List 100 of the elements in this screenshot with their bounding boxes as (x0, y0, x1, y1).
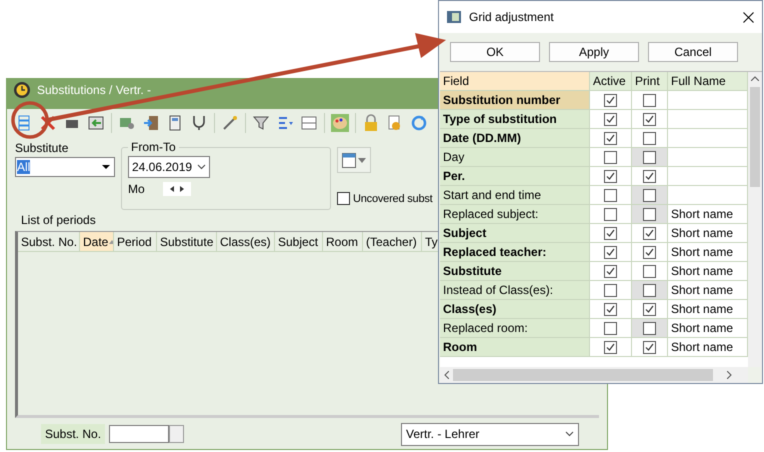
right-arrow-icon[interactable] (180, 186, 184, 192)
window-title: Substitutions / Vertr. - (37, 83, 152, 97)
chevron-icon (565, 431, 574, 437)
full-name-text: Short name (671, 321, 734, 335)
print-checkbox[interactable] (643, 132, 656, 144)
field-cell[interactable]: Per. (440, 167, 590, 185)
field-cell[interactable]: Replaced teacher: (440, 243, 590, 261)
full-name-text: Short name (671, 226, 734, 240)
calendar-button[interactable] (337, 147, 371, 173)
date-field[interactable]: 24.06.2019 (128, 156, 210, 178)
calendar-icon (342, 152, 356, 168)
print-checkbox[interactable] (643, 340, 656, 354)
day-stepper[interactable] (162, 182, 191, 196)
print-checkbox[interactable] (643, 226, 656, 240)
close-icon[interactable] (743, 12, 754, 22)
active-checkbox[interactable] (604, 302, 617, 316)
full-name-text: Short name (671, 283, 734, 297)
active-checkbox[interactable] (604, 170, 617, 182)
column-header[interactable]: (Teacher) (363, 232, 422, 251)
vertical-scrollbar[interactable] (748, 72, 762, 367)
field-cell[interactable]: Subject (440, 224, 590, 242)
field-cell[interactable]: Instead of Class(es): (440, 281, 590, 299)
import-icon[interactable] (87, 114, 105, 132)
print-checkbox[interactable] (643, 94, 656, 106)
window-icon (447, 11, 461, 23)
substitute-dropdown[interactable]: All (15, 157, 115, 177)
highlight-circle (11, 101, 49, 139)
active-checkbox[interactable] (604, 226, 617, 240)
full-name-text: Short name (671, 340, 734, 354)
field-cell[interactable]: Replaced subject: (440, 205, 590, 223)
full-name-text: Short name (671, 207, 734, 221)
scroll-thumb[interactable] (453, 369, 713, 381)
dialog-button[interactable]: Apply (549, 42, 639, 62)
column-header[interactable]: Class(es) (217, 232, 275, 251)
scroll-left-icon[interactable] (444, 371, 449, 379)
print-checkbox[interactable] (643, 246, 656, 258)
active-checkbox[interactable] (604, 340, 617, 354)
dialog-title: Grid adjustment (469, 10, 555, 24)
scroll-right-icon[interactable] (727, 371, 732, 379)
door-icon[interactable] (142, 114, 160, 132)
column-header[interactable]: Substitute (157, 232, 217, 251)
column-header: Print (632, 72, 668, 90)
caret-icon (358, 158, 366, 162)
chevron-icon (197, 164, 206, 170)
active-checkbox[interactable] (604, 246, 617, 258)
print-checkbox[interactable] (643, 264, 656, 278)
table-icon[interactable] (300, 114, 318, 132)
field-cell[interactable]: Substitution number (440, 91, 590, 109)
column-header: Field (440, 72, 590, 90)
dialog-button[interactable]: Cancel (648, 42, 738, 62)
field-cell[interactable]: Type of substitution (440, 110, 590, 128)
active-checkbox[interactable] (604, 284, 617, 296)
field-cell[interactable]: Room (440, 338, 590, 356)
sort-icon[interactable] (276, 114, 294, 132)
subst-no-label: Subst. No. (41, 424, 106, 444)
dialog-button[interactable]: OK (450, 42, 540, 62)
left-arrow-icon[interactable] (170, 186, 174, 192)
horizontal-scrollbar[interactable] (440, 367, 748, 383)
weekday-label: Mo (128, 182, 145, 196)
clock-icon (13, 81, 31, 99)
column-header[interactable]: Period (114, 232, 157, 251)
palette-icon[interactable] (331, 114, 349, 132)
column-header[interactable]: Room (323, 232, 363, 251)
full-name-text: Short name (671, 302, 734, 316)
column-header[interactable]: Subject (275, 232, 323, 251)
refresh-icon[interactable] (410, 114, 428, 132)
active-checkbox[interactable] (604, 94, 617, 106)
filter-icon[interactable] (252, 114, 270, 132)
subst-no-field[interactable] (109, 425, 170, 443)
print-checkbox[interactable] (643, 112, 656, 126)
delete-icon[interactable] (39, 114, 57, 132)
active-checkbox[interactable] (604, 264, 617, 278)
field-cell[interactable]: Substitute (440, 262, 590, 280)
view-dropdown[interactable]: Vertr. - Lehrer (401, 422, 579, 446)
list-title: List of periods (21, 213, 96, 227)
full-name-text: Short name (671, 245, 734, 259)
scroll-thumb[interactable] (750, 87, 760, 187)
column-header[interactable]: Date (80, 232, 114, 251)
field-cell[interactable]: Start and end time (440, 186, 590, 204)
active-checkbox[interactable] (604, 322, 617, 334)
field-cell[interactable]: Day (440, 148, 590, 166)
scroll-up-icon[interactable] (751, 76, 759, 81)
active-checkbox[interactable] (604, 150, 617, 164)
group-label: From-To (128, 140, 179, 154)
active-checkbox[interactable] (604, 208, 617, 220)
active-checkbox[interactable] (604, 132, 617, 144)
full-name-text: Short name (671, 264, 734, 278)
uncovered-checkbox[interactable] (337, 192, 350, 205)
column-header: Active (590, 72, 632, 90)
field-cell[interactable]: Class(es) (440, 300, 590, 318)
column-header: Full Name (668, 72, 748, 90)
wand-icon[interactable] (221, 114, 239, 132)
field-cell[interactable]: Replaced room: (440, 319, 590, 337)
active-checkbox[interactable] (604, 188, 617, 202)
substitute-label: Substitute (15, 141, 70, 155)
print-checkbox[interactable] (643, 170, 656, 182)
active-checkbox[interactable] (604, 112, 617, 126)
print-checkbox[interactable] (643, 302, 656, 316)
padlock-icon[interactable] (362, 114, 380, 132)
field-cell[interactable]: Date (DD.MM) (440, 129, 590, 147)
